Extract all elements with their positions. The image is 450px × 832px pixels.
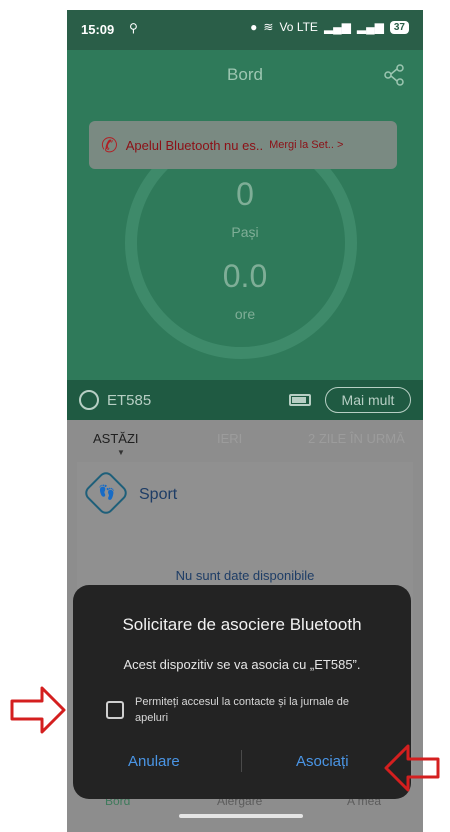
wifi-icon: ≋ [263,20,274,34]
dashboard: 0 Pași 0.0 ore ✆ Apelul Bluetooth nu es.… [67,100,423,380]
arrow-left-icon [384,744,440,792]
share-icon[interactable] [383,64,405,86]
no-data-message: Nu sunt date disponibile [175,568,315,583]
dialog-title: Solicitare de asociere Bluetooth [122,615,362,634]
dialog-message: Acest dispozitiv se va asocia cu „ET585”… [123,657,361,672]
status-icons: ● ≋ Vo LTE ▂▄▆ ▂▄▆ 37 [250,20,409,34]
more-button[interactable]: Mai mult [325,387,411,413]
button-divider [241,750,242,772]
tab-two-days-ago[interactable]: 2 ZILE ÎN URMĂ [308,431,405,446]
contacts-access-checkbox[interactable] [106,701,124,719]
tab-indicator-icon: ▼ [117,448,125,457]
network-label: Vo LTE [279,20,318,34]
status-time: 15:09 [81,22,115,37]
home-indicator[interactable] [179,814,303,818]
device-bar: ET585 Mai mult [67,380,423,420]
pair-button[interactable]: Asociați [296,753,349,770]
battery-icon [289,394,311,406]
contacts-access-label[interactable]: Permiteți accesul la contacte și la jurn… [135,694,383,726]
bluetooth-call-toast[interactable]: ✆ Apelul Bluetooth nu es.. Mergi la Set.… [89,121,397,169]
arrow-right-icon [10,686,66,734]
hours-label: ore [234,306,256,322]
tab-yesterday[interactable]: IERI [217,431,242,446]
footprints-icon: 👣 [98,484,116,500]
signal-icon: ▂▄▆ [323,20,351,34]
signal-icon-2: ▂▄▆ [356,20,384,34]
shield-icon: ⚲ [129,21,138,35]
cancel-button[interactable]: Anulare [128,753,180,770]
phone-screen: 15:09 ⚲ ● ≋ Vo LTE ▂▄▆ ▂▄▆ 37 Bord 0 Paș… [67,10,423,832]
device-name: ET585 [107,392,152,409]
tab-today[interactable]: ASTĂZI [93,431,139,446]
sport-title: Sport [139,486,178,503]
app-header: Bord [67,50,423,100]
hours-value: 0.0 [222,258,268,294]
battery-level: 37 [389,20,409,34]
day-tabs: ASTĂZI ▼ IERI 2 ZILE ÎN URMĂ [67,420,423,460]
missed-call-icon: ✆ [101,134,118,157]
status-bar: 15:09 ⚲ ● ≋ Vo LTE ▂▄▆ ▂▄▆ 37 [67,10,423,50]
steps-value: 0 [236,176,254,212]
toast-settings-link[interactable]: Mergi la Set.. > [269,139,343,151]
location-icon: ● [250,20,258,34]
watch-icon [79,390,99,410]
steps-label: Pași [231,224,259,240]
bluetooth-pairing-dialog: Solicitare de asociere Bluetooth Acest d… [73,585,411,799]
page-title: Bord [227,65,263,84]
toast-message: Apelul Bluetooth nu es.. [125,137,264,153]
